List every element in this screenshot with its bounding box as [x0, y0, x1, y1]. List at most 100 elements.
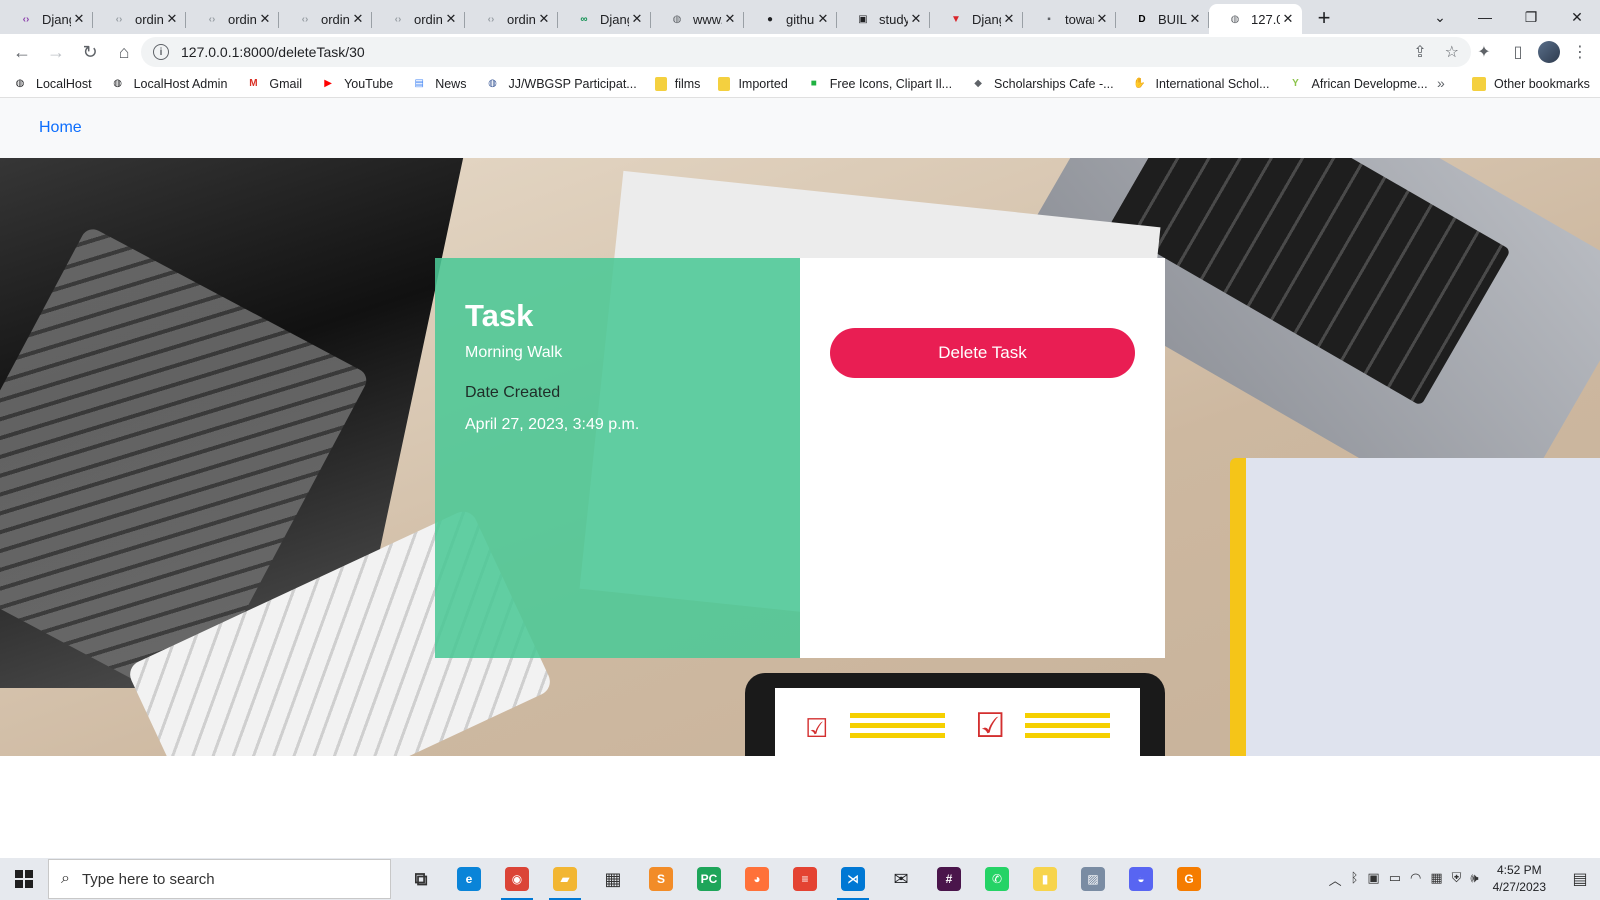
battery-icon[interactable]: ▭: [1389, 870, 1401, 889]
wifi-icon[interactable]: ◠: [1410, 870, 1421, 889]
notifications-icon[interactable]: ▤: [1560, 869, 1600, 889]
browser-tab[interactable]: ◍ 127.0.0.1✕: [1209, 4, 1302, 34]
taskbar-app[interactable]: ▮: [1021, 858, 1069, 900]
show-hidden-icons-chevron-icon[interactable]: ︿: [1329, 870, 1342, 889]
code-icon: ‹›: [487, 13, 495, 25]
browser-tab[interactable]: ‹› ordinal✕: [279, 4, 372, 34]
minimize-icon[interactable]: —: [1462, 0, 1508, 34]
bookmark-label: LocalHost: [36, 76, 92, 91]
tab-close-icon[interactable]: ✕: [815, 11, 831, 27]
tab-close-icon[interactable]: ✕: [536, 11, 552, 27]
home-icon[interactable]: ⌂: [108, 36, 140, 68]
browser-tab[interactable]: ▪ towards✕: [1023, 4, 1116, 34]
bookmark-item[interactable]: Imported: [718, 76, 788, 91]
browser-tab[interactable]: ◍ www. ✕: [651, 4, 744, 34]
taskbar-search[interactable]: ⌕ Type here to search: [48, 859, 391, 899]
browser-tab[interactable]: ▣ study ✕: [837, 4, 930, 34]
bookmark-item[interactable]: ▤ News: [411, 76, 466, 92]
taskbar-app[interactable]: #: [925, 858, 973, 900]
share-icon[interactable]: ⇪: [1413, 42, 1426, 62]
restore-icon[interactable]: ❐: [1508, 0, 1554, 34]
url-text[interactable]: 127.0.0.1:8000/deleteTask/30: [181, 44, 365, 60]
volume-icon[interactable]: 🕪: [1470, 870, 1478, 889]
tab-close-icon[interactable]: ✕: [722, 11, 738, 27]
search-icon: ⌕: [61, 870, 70, 887]
profile-avatar[interactable]: [1538, 41, 1560, 63]
bookmark-item[interactable]: ■ Free Icons, Clipart Il...: [806, 76, 952, 92]
other-bookmarks[interactable]: Other bookmarks: [1472, 70, 1590, 98]
tab-close-icon[interactable]: ✕: [1094, 11, 1110, 27]
delete-task-button[interactable]: Delete Task: [830, 328, 1135, 378]
bluetooth-icon[interactable]: ᛒ: [1351, 870, 1359, 889]
site-info-icon[interactable]: i: [153, 44, 169, 60]
taskbar-app[interactable]: e: [445, 858, 493, 900]
bookmark-item[interactable]: ◍ LocalHost Admin: [110, 76, 227, 92]
bookmark-item[interactable]: ◍ JJ/WBGSP Participat...: [484, 76, 637, 92]
tab-close-icon[interactable]: ✕: [1187, 11, 1203, 27]
security-shield-icon[interactable]: ⛨: [1452, 870, 1462, 889]
tab-close-icon[interactable]: ✕: [164, 11, 180, 27]
bookmark-item[interactable]: films: [654, 76, 700, 91]
taskbar-search-placeholder[interactable]: Type here to search: [82, 871, 215, 888]
bookmark-item[interactable]: ◍ LocalHost: [12, 76, 92, 92]
browser-tab[interactable]: ‹› ordinal✕: [372, 4, 465, 34]
taskbar-app[interactable]: G: [1165, 858, 1213, 900]
taskbar-app[interactable]: ◕: [733, 858, 781, 900]
taskbar-app[interactable]: ✆: [973, 858, 1021, 900]
tab-close-icon[interactable]: ✕: [1001, 11, 1017, 27]
browser-tab[interactable]: ‹› ordinal✕: [465, 4, 558, 34]
link-icon: ∞: [580, 13, 588, 25]
browser-tab[interactable]: ∞ Django✕: [558, 4, 651, 34]
browser-tab[interactable]: ● github✕: [744, 4, 837, 34]
tab-search-chevron-icon[interactable]: ⌄: [1427, 4, 1453, 30]
vercel-icon: ▼: [951, 13, 961, 25]
tab-close-icon[interactable]: ✕: [443, 11, 459, 27]
browser-tab[interactable]: ‹› Django✕: [0, 4, 93, 34]
new-tab-button[interactable]: +: [1310, 4, 1338, 32]
forward-arrow-icon[interactable]: →: [40, 36, 72, 68]
checklist-lines-shape: [850, 713, 945, 739]
taskbar-app[interactable]: S: [637, 858, 685, 900]
tab-close-icon[interactable]: ✕: [350, 11, 366, 27]
tab-close-icon[interactable]: ✕: [71, 11, 87, 27]
bookmark-item[interactable]: ✋ International Schol...: [1132, 76, 1269, 92]
bookmark-item[interactable]: M Gmail: [245, 76, 302, 92]
menu-kebab-icon[interactable]: ⋮: [1566, 37, 1594, 67]
code-icon: ‹›: [22, 13, 30, 25]
tab-close-icon[interactable]: ✕: [257, 11, 273, 27]
language-icon[interactable]: ▦: [1430, 870, 1442, 889]
tab-close-icon[interactable]: ✕: [1280, 11, 1296, 27]
taskbar-app[interactable]: ▦: [589, 858, 637, 900]
bookmark-star-icon[interactable]: ☆: [1445, 42, 1459, 62]
clock[interactable]: 4:52 PM 4/27/2023: [1493, 862, 1546, 896]
taskbar-app[interactable]: PC: [685, 858, 733, 900]
browser-tab[interactable]: D BUILD✕: [1116, 4, 1209, 34]
bookmark-item[interactable]: ◆ Scholarships Cafe -...: [970, 76, 1113, 92]
taskbar-app[interactable]: ⧉: [397, 858, 445, 900]
taskbar-app[interactable]: ✉: [877, 858, 925, 900]
taskbar-app[interactable]: ⋊: [829, 858, 877, 900]
taskbar-app[interactable]: ≡: [781, 858, 829, 900]
bookmark-item[interactable]: ▶ YouTube: [320, 76, 393, 92]
bookmark-item[interactable]: Y African Developme...: [1288, 76, 1427, 92]
browser-tab[interactable]: ‹› ordinal✕: [186, 4, 279, 34]
taskbar-app[interactable]: ▨: [1069, 858, 1117, 900]
home-link[interactable]: Home: [39, 119, 82, 137]
taskbar-app[interactable]: ◉: [493, 858, 541, 900]
tab-title: Django: [42, 11, 71, 27]
reload-icon[interactable]: ↻: [74, 36, 106, 68]
extensions-puzzle-icon[interactable]: ✦: [1470, 37, 1498, 67]
close-window-icon[interactable]: ✕: [1554, 0, 1600, 34]
taskbar-app[interactable]: ◒: [1117, 858, 1165, 900]
address-bar[interactable]: i 127.0.0.1:8000/deleteTask/30 ⇪ ☆: [141, 37, 1471, 67]
start-button[interactable]: [0, 858, 48, 900]
more-bookmarks-chevron-icon[interactable]: »: [1437, 75, 1445, 91]
tab-close-icon[interactable]: ✕: [629, 11, 645, 27]
side-panel-icon[interactable]: ▯: [1504, 37, 1532, 67]
back-arrow-icon[interactable]: ←: [6, 36, 38, 68]
tray-app-icon[interactable]: ▣: [1367, 870, 1379, 889]
tab-close-icon[interactable]: ✕: [908, 11, 924, 27]
browser-tab[interactable]: ▼ Django✕: [930, 4, 1023, 34]
taskbar-app[interactable]: ▰: [541, 858, 589, 900]
browser-tab[interactable]: ‹› ordinal✕: [93, 4, 186, 34]
